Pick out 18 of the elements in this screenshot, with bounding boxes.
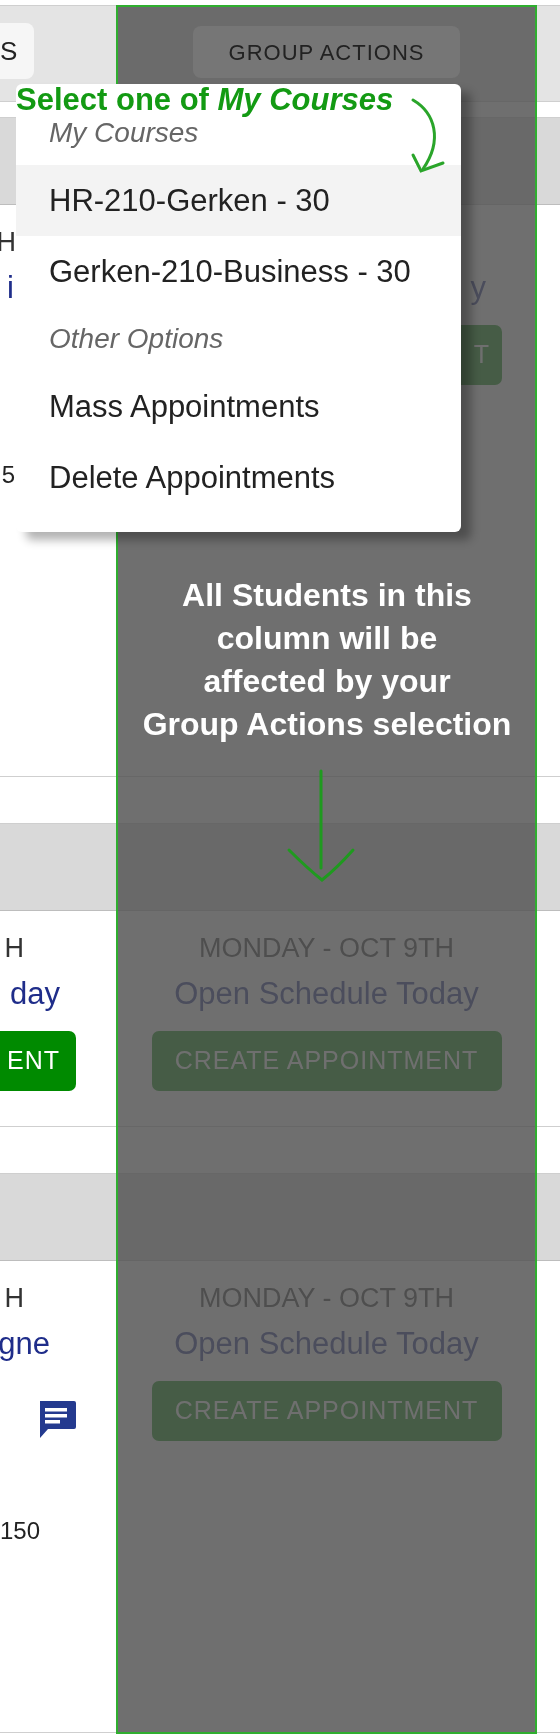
- schedule-link[interactable]: i: [7, 271, 14, 305]
- toolbar-button[interactable]: S: [0, 23, 34, 79]
- menu-group-header: My Courses: [49, 116, 199, 150]
- info-text: 150: [0, 1516, 40, 1546]
- message-icon[interactable]: [37, 1399, 77, 1439]
- schedule-link[interactable]: day: [10, 977, 60, 1011]
- annotation-text: All Students in this column will be affected by your Group Actions selection: [141, 576, 513, 744]
- create-appointment-button[interactable]: ENT: [0, 1031, 76, 1091]
- menu-item[interactable]: Gerken-210-Business - 30: [16, 236, 461, 307]
- menu-item[interactable]: Mass Appointments: [16, 371, 461, 442]
- menu-item[interactable]: HR-210-Gerken - 30: [16, 165, 461, 236]
- menu-item[interactable]: Delete Appointments: [16, 442, 461, 513]
- menu-group-header: Other Options: [49, 322, 224, 356]
- info-text: 5: [1, 460, 15, 490]
- date-label: H: [4, 1282, 24, 1315]
- group-actions-button[interactable]: GROUP ACTIONS: [193, 26, 460, 78]
- date-label: H: [4, 932, 24, 965]
- schedule-link[interactable]: gne: [0, 1327, 50, 1361]
